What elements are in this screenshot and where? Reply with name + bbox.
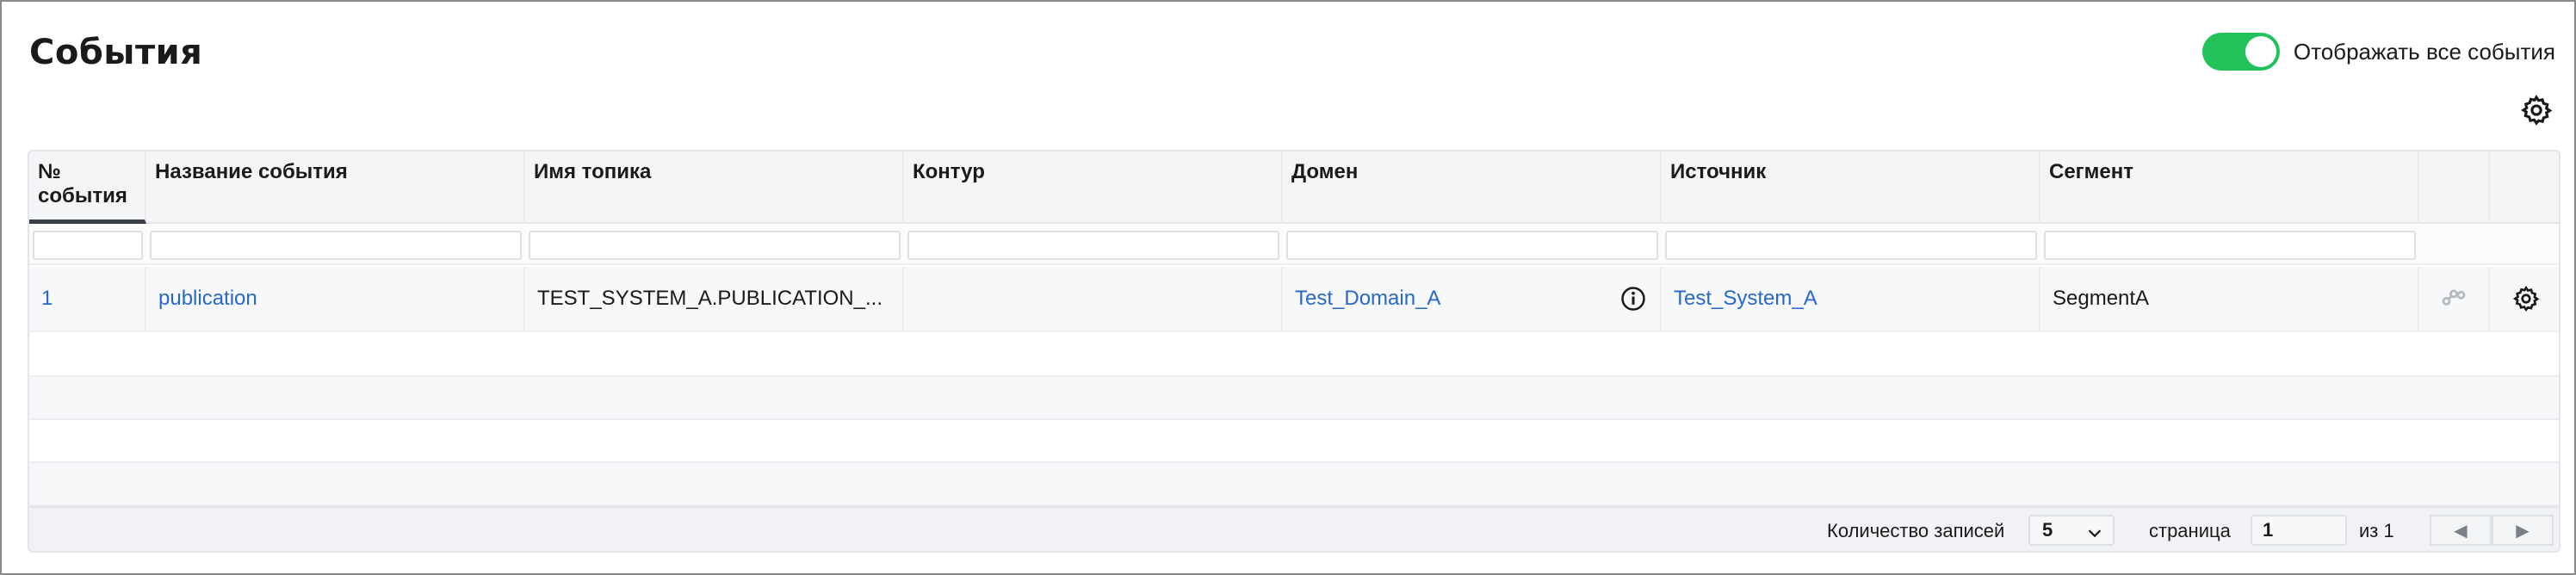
page-total-label: из 1 xyxy=(2359,520,2394,541)
source-link[interactable]: Test_System_A xyxy=(1662,267,2040,331)
toggle-knob xyxy=(2245,36,2276,67)
arrow-right-icon: ▶ xyxy=(2516,521,2530,541)
prev-page-button[interactable]: ◀ xyxy=(2430,515,2492,546)
filter-number-input[interactable] xyxy=(33,231,143,260)
chevron-down-icon xyxy=(2088,529,2102,538)
column-header-segment[interactable]: Сегмент xyxy=(2040,151,2419,224)
column-header-domain[interactable]: Домен xyxy=(1283,151,1662,224)
show-all-events-toggle-group: Отображать все события xyxy=(2201,33,2555,71)
toggle-label: Отображать все события xyxy=(2293,38,2555,65)
filter-row xyxy=(29,226,2559,265)
contour-cell xyxy=(904,267,1283,331)
topic-cell: TEST_SYSTEM_A.PUBLICATION_... xyxy=(525,267,904,331)
filter-contour-input[interactable] xyxy=(907,231,1279,260)
column-header-source[interactable]: Источник xyxy=(1662,151,2040,224)
pagination-footer: Количество записей 5 страница 1 из 1 ◀ ▶ xyxy=(29,506,2559,551)
page-label: страница xyxy=(2149,520,2231,541)
show-all-events-toggle[interactable] xyxy=(2201,33,2280,71)
records-count-label: Количество записей xyxy=(1827,520,2005,541)
graph-icon[interactable] xyxy=(2439,284,2468,313)
event-name-link[interactable]: publication xyxy=(146,267,525,331)
actions-cell xyxy=(2490,267,2559,331)
column-header-number[interactable]: № события xyxy=(29,151,146,224)
row-settings-gear-icon[interactable] xyxy=(2512,285,2540,312)
arrow-left-icon: ◀ xyxy=(2454,521,2468,541)
empty-row xyxy=(29,420,2559,463)
segment-cell: SegmentA xyxy=(2040,267,2419,331)
table-row[interactable]: 1 publication TEST_SYSTEM_A.PUBLICATION_… xyxy=(29,267,2559,332)
table-header: № события Название события Имя топика Ко… xyxy=(29,151,2559,224)
next-page-button[interactable]: ▶ xyxy=(2492,515,2554,546)
domain-link[interactable]: Test_Domain_A xyxy=(1295,287,1440,311)
events-page: События Отображать все события № события… xyxy=(0,0,2576,575)
domain-cell: Test_Domain_A xyxy=(1283,267,1662,331)
page-number-input[interactable]: 1 xyxy=(2251,515,2347,546)
column-header-graph xyxy=(2419,151,2490,224)
column-header-contour[interactable]: Контур xyxy=(904,151,1283,224)
event-number-link[interactable]: 1 xyxy=(29,267,146,331)
filter-segment-input[interactable] xyxy=(2044,231,2416,260)
column-header-event-name[interactable]: Название события xyxy=(146,151,525,224)
graph-cell xyxy=(2419,267,2490,331)
empty-row xyxy=(29,463,2559,506)
events-table: № события Название события Имя топика Ко… xyxy=(28,150,2561,553)
info-icon[interactable] xyxy=(1620,286,1646,312)
records-count-select[interactable]: 5 xyxy=(2028,515,2115,546)
column-header-topic[interactable]: Имя топика xyxy=(525,151,904,224)
filter-domain-input[interactable] xyxy=(1286,231,1658,260)
filter-event-name-input[interactable] xyxy=(150,231,522,260)
column-header-actions xyxy=(2490,151,2559,224)
page-title: События xyxy=(29,33,203,72)
empty-row xyxy=(29,377,2559,420)
filter-source-input[interactable] xyxy=(1665,231,2037,260)
empty-row xyxy=(29,334,2559,377)
gear-icon[interactable] xyxy=(2519,93,2554,127)
filter-topic-input[interactable] xyxy=(529,231,901,260)
